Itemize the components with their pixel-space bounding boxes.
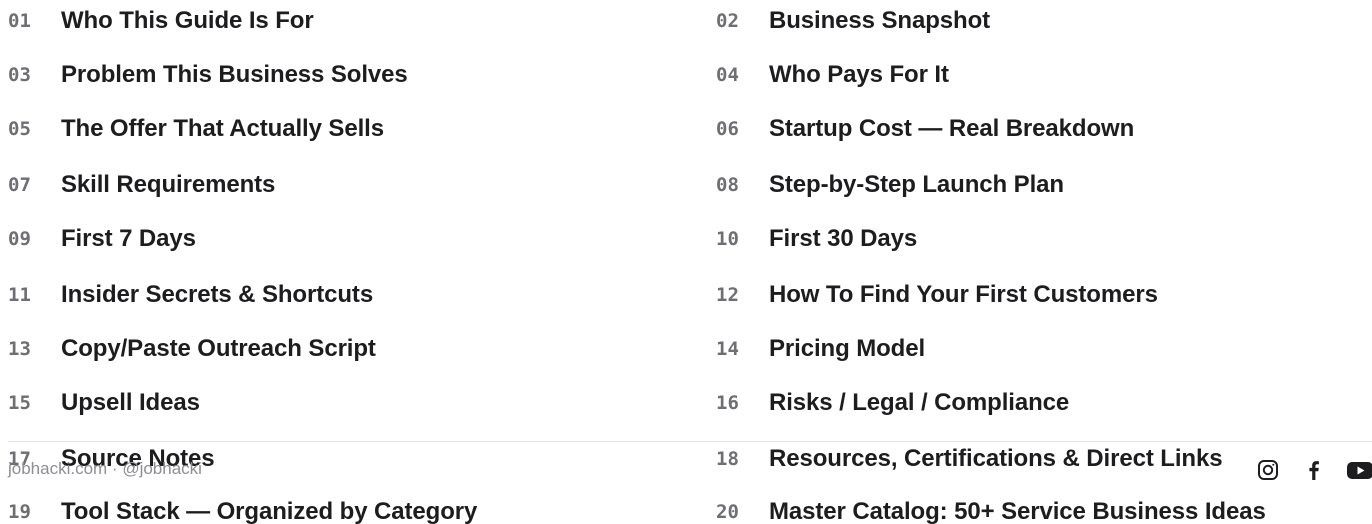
toc-item-07[interactable]: 07 Skill Requirements: [8, 170, 275, 200]
toc-item-title: Startup Cost — Real Breakdown: [769, 115, 1135, 142]
toc-item-title: Who Pays For It: [769, 61, 949, 88]
youtube-icon[interactable]: [1346, 456, 1372, 484]
toc-item-number: 07: [8, 174, 31, 196]
toc-item-title: First 30 Days: [769, 225, 918, 252]
toc-item-04[interactable]: 04 Who Pays For It: [716, 60, 949, 90]
toc-item-number: 16: [716, 392, 739, 414]
toc-item-number: 10: [716, 228, 739, 250]
toc-item-number: 02: [716, 10, 739, 32]
toc-item-title: Risks / Legal / Compliance: [769, 389, 1070, 416]
toc-item-05[interactable]: 05 The Offer That Actually Sells: [8, 114, 384, 144]
toc-item-number: 14: [716, 338, 739, 360]
toc-item-number: 03: [8, 64, 31, 86]
toc-item-06[interactable]: 06 Startup Cost — Real Breakdown: [716, 114, 1134, 144]
toc-item-11[interactable]: 11 Insider Secrets & Shortcuts: [8, 280, 373, 310]
social-links: [1254, 456, 1372, 484]
toc-item-number: 04: [716, 64, 739, 86]
toc-item-number: 09: [8, 228, 31, 250]
toc-item-16[interactable]: 16 Risks / Legal / Compliance: [716, 388, 1069, 418]
toc-item-number: 12: [716, 284, 739, 306]
toc-item-12[interactable]: 12 How To Find Your First Customers: [716, 280, 1158, 310]
toc-item-title: Tool Stack — Organized by Category: [61, 498, 478, 524]
toc-item-09[interactable]: 09 First 7 Days: [8, 224, 196, 254]
toc-item-number: 11: [8, 284, 31, 306]
toc-item-19[interactable]: 19 Tool Stack — Organized by Category: [8, 497, 477, 524]
toc-item-13[interactable]: 13 Copy/Paste Outreach Script: [8, 334, 376, 364]
toc-item-title: First 7 Days: [61, 225, 196, 252]
toc-item-title: Upsell Ideas: [61, 389, 200, 416]
toc-item-15[interactable]: 15 Upsell Ideas: [8, 388, 200, 418]
toc-item-title: Master Catalog: 50+ Service Business Ide…: [769, 498, 1266, 524]
toc-item-number: 08: [716, 174, 739, 196]
footer-credit: jobhacki.com · @jobhacki: [8, 459, 202, 478]
toc-item-title: The Offer That Actually Sells: [61, 115, 384, 142]
toc-item-title: Copy/Paste Outreach Script: [61, 335, 376, 362]
toc-item-title: Problem This Business Solves: [61, 61, 408, 88]
toc-item-title: Step-by-Step Launch Plan: [769, 171, 1064, 198]
toc-item-01[interactable]: 01 Who This Guide Is For: [8, 6, 314, 36]
toc-item-number: 20: [716, 501, 739, 523]
toc-item-number: 06: [716, 118, 739, 140]
toc-item-08[interactable]: 08 Step-by-Step Launch Plan: [716, 170, 1064, 200]
toc-item-number: 18: [716, 448, 739, 470]
toc-item-title: Pricing Model: [769, 335, 926, 362]
footer-divider: [8, 441, 1372, 442]
toc-item-number: 01: [8, 10, 31, 32]
table-of-contents: 01 Who This Guide Is For 02 Business Sna…: [0, 0, 1372, 524]
toc-item-title: How To Find Your First Customers: [769, 281, 1158, 308]
facebook-icon[interactable]: [1300, 456, 1328, 484]
toc-item-20[interactable]: 20 Master Catalog: 50+ Service Business …: [716, 497, 1266, 524]
toc-item-title: Insider Secrets & Shortcuts: [61, 281, 374, 308]
toc-item-10[interactable]: 10 First 30 Days: [716, 224, 917, 254]
toc-item-14[interactable]: 14 Pricing Model: [716, 334, 925, 364]
instagram-icon[interactable]: [1254, 456, 1282, 484]
toc-item-number: 15: [8, 392, 31, 414]
toc-item-number: 19: [8, 501, 31, 523]
toc-item-03[interactable]: 03 Problem This Business Solves: [8, 60, 408, 90]
toc-item-02[interactable]: 02 Business Snapshot: [716, 6, 990, 36]
toc-item-title: Who This Guide Is For: [61, 7, 314, 34]
toc-item-title: Business Snapshot: [769, 7, 991, 34]
toc-item-title: Resources, Certifications & Direct Links: [769, 445, 1223, 472]
toc-item-18[interactable]: 18 Resources, Certifications & Direct Li…: [716, 444, 1223, 474]
toc-item-number: 13: [8, 338, 31, 360]
toc-item-number: 05: [8, 118, 31, 140]
toc-item-title: Skill Requirements: [61, 171, 276, 198]
